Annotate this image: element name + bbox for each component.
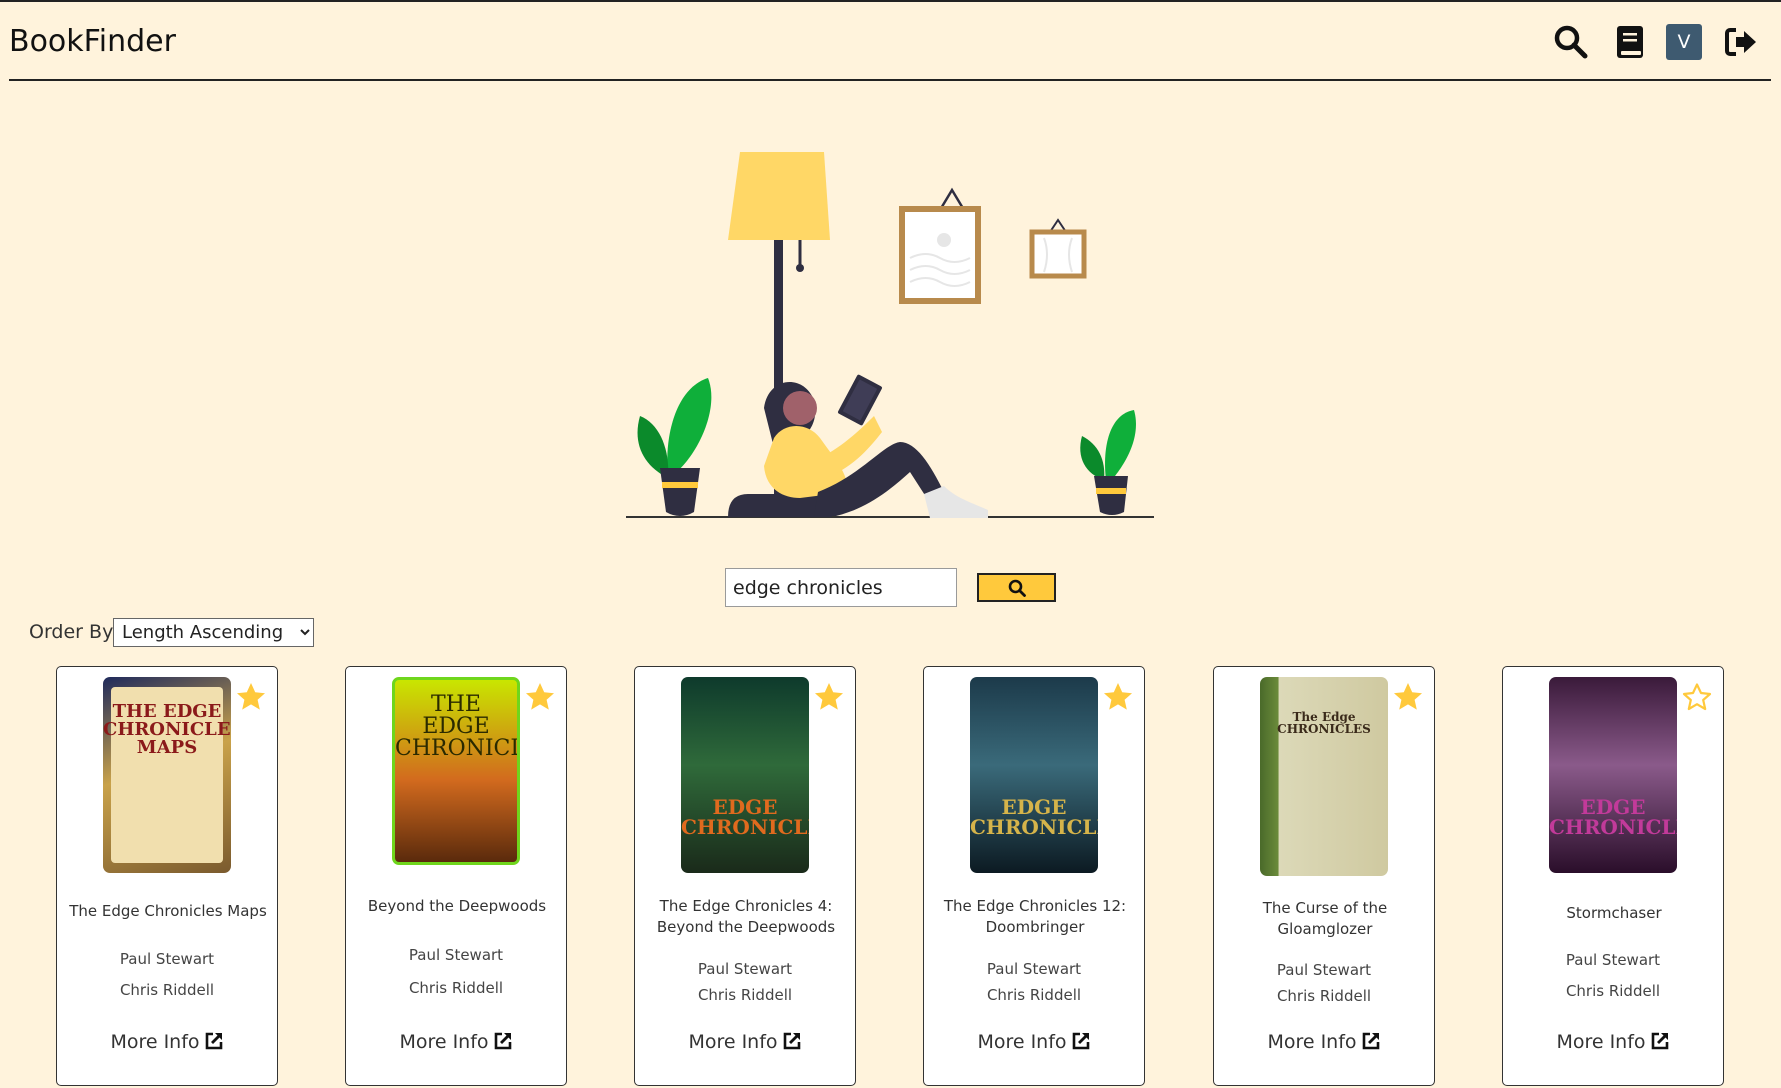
user-avatar[interactable]: V bbox=[1666, 24, 1702, 60]
external-link-icon bbox=[1072, 1032, 1089, 1050]
more-info-link[interactable]: More Info bbox=[1214, 1031, 1434, 1053]
external-link-icon bbox=[1651, 1032, 1668, 1050]
book-card: EDGE CHRONICLES The Edge Chronicles 12: … bbox=[923, 666, 1145, 1086]
book-card: THE EDGE CHRONICLES Beyond the Deepwoods… bbox=[345, 666, 567, 1086]
more-info-label: More Info bbox=[110, 1031, 200, 1053]
book-author: Chris Riddell bbox=[697, 986, 793, 1004]
star-icon[interactable] bbox=[1392, 681, 1424, 713]
external-link-icon bbox=[1362, 1032, 1379, 1050]
book-author: Paul Stewart bbox=[408, 946, 504, 964]
more-info-label: More Info bbox=[399, 1031, 489, 1053]
book-author: Chris Riddell bbox=[1276, 987, 1372, 1005]
book-title: The Edge Chronicles 4: Beyond the Deepwo… bbox=[656, 897, 836, 936]
book-cover[interactable]: THE EDGE CHRONICLES bbox=[392, 677, 520, 865]
star-icon[interactable] bbox=[235, 681, 267, 713]
more-info-link[interactable]: More Info bbox=[924, 1031, 1144, 1053]
search-icon bbox=[1008, 579, 1026, 597]
book-title: Beyond the Deepwoods bbox=[367, 897, 547, 915]
book-author: Chris Riddell bbox=[1565, 982, 1661, 1000]
more-info-label: More Info bbox=[1556, 1031, 1646, 1053]
book-icon[interactable] bbox=[1612, 24, 1648, 60]
cover-title: THE EDGE CHRONICLES MAPS bbox=[103, 701, 231, 758]
book-title: The Edge Chronicles Maps bbox=[69, 902, 267, 920]
book-author: Paul Stewart bbox=[986, 960, 1082, 978]
order-by-select[interactable]: Length Ascending bbox=[113, 618, 314, 647]
book-cover[interactable]: EDGE CHRONICLES bbox=[681, 677, 809, 873]
external-link-icon bbox=[494, 1032, 511, 1050]
book-author: Paul Stewart bbox=[697, 960, 793, 978]
reading-illustration bbox=[626, 152, 1154, 518]
book-cover[interactable]: The Edge CHRONICLES bbox=[1260, 677, 1388, 876]
book-author: Paul Stewart bbox=[119, 950, 215, 968]
more-info-label: More Info bbox=[977, 1031, 1067, 1053]
book-card: THE EDGE CHRONICLES MAPS The Edge Chroni… bbox=[56, 666, 278, 1086]
more-info-link[interactable]: More Info bbox=[346, 1031, 566, 1053]
more-info-link[interactable]: More Info bbox=[57, 1031, 277, 1053]
book-author: Paul Stewart bbox=[1276, 961, 1372, 979]
book-card: The Edge CHRONICLES The Curse of the Glo… bbox=[1213, 666, 1435, 1086]
book-author: Chris Riddell bbox=[986, 986, 1082, 1004]
more-info-link[interactable]: More Info bbox=[635, 1031, 855, 1053]
star-outline-icon[interactable] bbox=[1681, 681, 1713, 713]
cover-title: THE EDGE CHRONICLES bbox=[395, 692, 517, 761]
book-author: Chris Riddell bbox=[119, 981, 215, 999]
app-title[interactable]: BookFinder bbox=[9, 24, 176, 59]
search-input[interactable] bbox=[725, 568, 957, 607]
cover-title: EDGE CHRONICLES bbox=[970, 795, 1098, 839]
book-title: The Edge Chronicles 12: Doombringer bbox=[943, 897, 1127, 936]
more-info-label: More Info bbox=[688, 1031, 778, 1053]
search-button[interactable] bbox=[977, 573, 1056, 602]
book-cover[interactable]: EDGE CHRONICLES bbox=[1549, 677, 1677, 873]
book-title: The Curse of the Gloamglozer bbox=[1262, 899, 1388, 938]
book-cover[interactable]: THE EDGE CHRONICLES MAPS bbox=[103, 677, 231, 873]
book-card: EDGE CHRONICLES The Edge Chronicles 4: B… bbox=[634, 666, 856, 1086]
cover-title: EDGE CHRONICLES bbox=[681, 795, 809, 839]
external-link-icon bbox=[205, 1032, 222, 1050]
more-info-label: More Info bbox=[1267, 1031, 1357, 1053]
book-title: Stormchaser bbox=[1566, 904, 1662, 922]
book-cover[interactable]: EDGE CHRONICLES bbox=[970, 677, 1098, 873]
app-header: BookFinder V bbox=[9, 2, 1771, 81]
order-by-label: Order By bbox=[29, 621, 114, 643]
book-author: Chris Riddell bbox=[408, 979, 504, 997]
search-icon[interactable] bbox=[1553, 24, 1589, 60]
book-author: Paul Stewart bbox=[1565, 951, 1661, 969]
logout-icon[interactable] bbox=[1723, 24, 1759, 60]
star-icon[interactable] bbox=[1102, 681, 1134, 713]
cover-title: The Edge CHRONICLES bbox=[1277, 710, 1371, 736]
external-link-icon bbox=[783, 1032, 800, 1050]
star-icon[interactable] bbox=[813, 681, 845, 713]
star-icon[interactable] bbox=[524, 681, 556, 713]
more-info-link[interactable]: More Info bbox=[1503, 1031, 1723, 1053]
cover-title: EDGE CHRONICLES bbox=[1549, 795, 1677, 839]
book-card: EDGE CHRONICLES Stormchaser Paul Stewart… bbox=[1502, 666, 1724, 1086]
